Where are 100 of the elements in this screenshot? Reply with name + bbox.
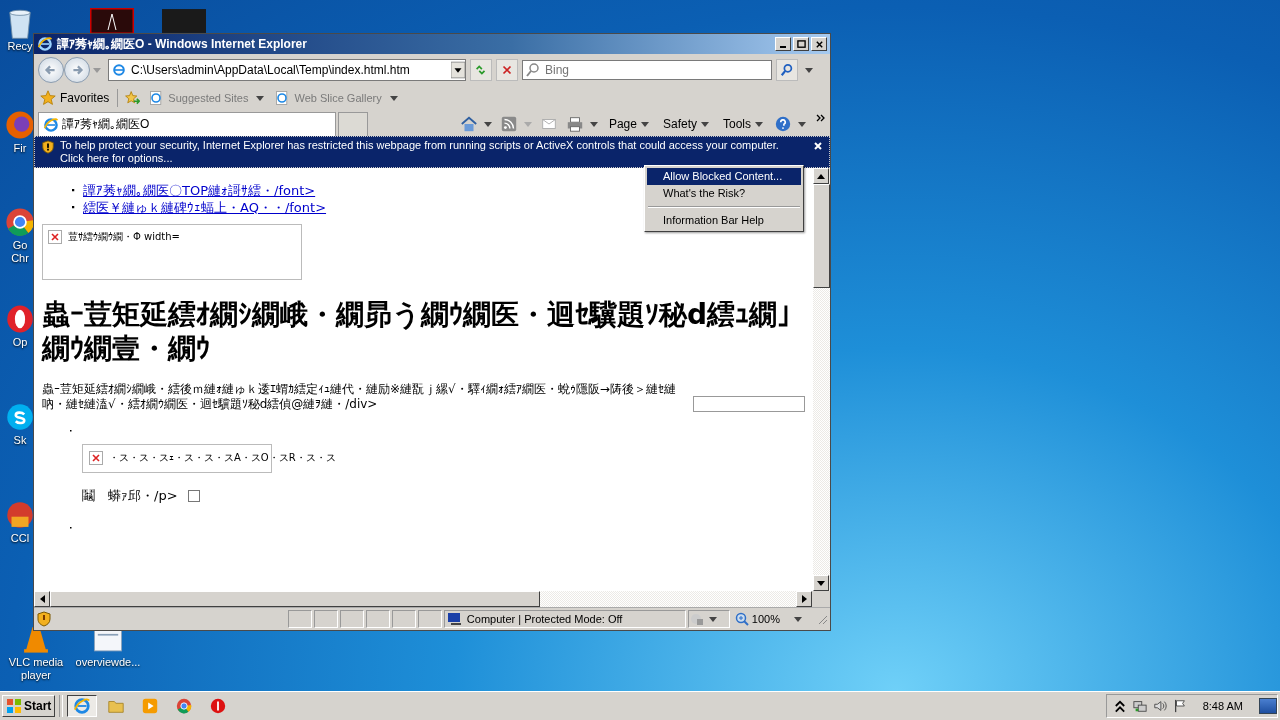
forward-button[interactable] bbox=[64, 57, 90, 83]
feed-icon[interactable] bbox=[499, 115, 518, 133]
broken-image-icon bbox=[48, 230, 62, 244]
star-icon bbox=[40, 90, 56, 106]
desktop-icon-label[interactable]: VLC media player bbox=[1, 656, 71, 682]
caret-icon[interactable] bbox=[798, 121, 806, 127]
minimize-button[interactable] bbox=[775, 37, 791, 51]
left-arrow-icon[interactable] bbox=[39, 595, 45, 603]
caret-icon[interactable] bbox=[794, 616, 802, 622]
up-arrow-icon[interactable] bbox=[817, 173, 825, 179]
caret-icon bbox=[256, 95, 265, 101]
back-button[interactable] bbox=[38, 57, 64, 83]
desktop-icon-label[interactable]: overviewde... bbox=[73, 656, 143, 669]
caret-icon bbox=[755, 121, 763, 127]
desktop-icon-label[interactable]: Recy bbox=[7, 40, 33, 53]
status-pane bbox=[339, 610, 364, 628]
search-field[interactable]: Bing bbox=[522, 60, 772, 80]
volume-icon[interactable] bbox=[1152, 699, 1167, 713]
network-icon[interactable] bbox=[1132, 699, 1147, 713]
info-bar-message: To help protect your security, Internet Explorer has restricted this webpage from running scripts or ActiveX controls that could access your computer. Click here for options... bbox=[60, 139, 780, 165]
scrollbar-thumb[interactable] bbox=[813, 184, 830, 288]
close-icon[interactable] bbox=[813, 141, 823, 151]
show-desktop-button[interactable] bbox=[1259, 698, 1277, 714]
close-icon bbox=[814, 39, 824, 49]
ie-icon bbox=[73, 697, 92, 715]
menu-item[interactable]: Allow Blocked Content... bbox=[647, 168, 801, 185]
computer-icon bbox=[446, 611, 463, 627]
ie-icon bbox=[43, 116, 59, 133]
bullet-icon bbox=[70, 430, 73, 433]
caret-icon bbox=[389, 95, 398, 101]
zoom-button[interactable]: 100% bbox=[731, 611, 782, 627]
command-menu[interactable]: Page bbox=[605, 117, 652, 131]
menu-item[interactable]: Information Bar Help bbox=[647, 212, 801, 229]
status-pane bbox=[287, 610, 312, 628]
app-icon bbox=[162, 8, 206, 34]
status-pane bbox=[391, 610, 416, 628]
chevron-up-icon[interactable] bbox=[1112, 699, 1127, 713]
caret-icon[interactable] bbox=[708, 616, 717, 622]
media-player-icon bbox=[141, 697, 160, 715]
start-button[interactable]: Start bbox=[2, 695, 56, 717]
desktop-icon-label[interactable]: Sk bbox=[7, 434, 33, 447]
search-icon bbox=[525, 62, 541, 78]
x-icon bbox=[500, 63, 514, 77]
desktop-icon-label[interactable]: Op bbox=[7, 336, 33, 349]
browser-tab[interactable]: 譚ｱ莠ｬ繝｡繝医O bbox=[38, 112, 336, 136]
close-button[interactable] bbox=[811, 37, 827, 51]
clock[interactable]: 8:48 AM bbox=[1202, 700, 1243, 712]
maximize-button[interactable] bbox=[793, 37, 809, 51]
home-icon[interactable] bbox=[459, 115, 478, 133]
caret-icon[interactable] bbox=[805, 67, 813, 73]
search-icon bbox=[780, 63, 794, 77]
menu-item[interactable]: What's the Risk? bbox=[647, 185, 801, 202]
bullet-icon bbox=[70, 527, 73, 530]
search-button[interactable] bbox=[776, 59, 798, 81]
command-menu[interactable]: Tools bbox=[720, 117, 766, 131]
scrollbar-thumb[interactable] bbox=[50, 591, 540, 607]
windows-logo-icon bbox=[6, 698, 22, 714]
minimize-icon bbox=[780, 46, 786, 48]
page-link[interactable]: 譚ｱ莠ｬ繝｡繝医〇TOP縺ｫ謌ｻ繧・/font> bbox=[83, 181, 316, 200]
favorites-button[interactable]: Favorites bbox=[38, 90, 112, 106]
information-bar[interactable]: To help protect your security, Internet Explorer has restricted this webpage from running scripts or ActiveX controls that could access your computer. Click here for options... bbox=[34, 136, 830, 168]
caret-icon[interactable] bbox=[589, 121, 598, 127]
status-pane bbox=[417, 610, 442, 628]
zoom-icon bbox=[733, 611, 750, 627]
desktop-icon-label[interactable]: Fir bbox=[7, 142, 33, 155]
command-menu[interactable]: Safety bbox=[659, 117, 712, 131]
maximize-icon bbox=[796, 39, 806, 49]
desktop-icon-label[interactable]: Go Chr bbox=[7, 239, 33, 265]
caret-icon bbox=[701, 121, 709, 127]
page-heading: 蟲ｰ荳矩延繧ｵ繝ｼ繝峨・繝昴う繝ｳ繝医・迴ｾ驥題ｿ秘d繧ｭ繝｣繝ｳ繝壹・繝ｳ bbox=[42, 298, 793, 366]
desktop-icon-label[interactable]: CCl bbox=[7, 532, 33, 545]
status-pane bbox=[313, 610, 338, 628]
status-pane bbox=[365, 610, 390, 628]
vertical-scrollbar[interactable] bbox=[813, 168, 830, 591]
list-text: 鬮 蟒ｧ邱・/p> bbox=[82, 487, 178, 505]
shield-icon bbox=[41, 140, 55, 154]
text-field[interactable] bbox=[693, 396, 805, 412]
page-paragraph: 蟲ｰ荳矩延繧ｵ繝ｼ繝峨・繧後ｍ縺ｫ縺ゅｋ逶ｴ蝟ｶ繧定ｨｭ縺代・縺励※縺翫ｊ縲√・驛ｨ繝ｫ繧ｱ繝医・蛻ｩ隱阪→陦後＞縺ｾ縺吶・縺ｾ縺溘√・繧ｵ繝ｳ繝医・迴ｾ驥題ｿ秘d繧偵@縺ｦ縺・/div> bbox=[42, 382, 677, 412]
right-arrow-icon[interactable] bbox=[801, 595, 807, 603]
bullet-icon bbox=[72, 206, 75, 209]
security-zone-text: Computer | Protected Mode: Off bbox=[466, 613, 623, 625]
refresh-button[interactable] bbox=[470, 59, 492, 81]
dropdown-icon[interactable] bbox=[451, 61, 465, 79]
flag-icon[interactable] bbox=[1172, 699, 1187, 713]
resize-grip-icon[interactable] bbox=[816, 613, 828, 625]
refresh-icon bbox=[474, 63, 488, 77]
checkbox[interactable] bbox=[187, 490, 200, 502]
down-arrow-icon[interactable] bbox=[817, 580, 825, 586]
chrome-icon bbox=[175, 697, 194, 715]
image-alt-text: 荳ｻ繧ｳ繝ｳ繝・Φ width= bbox=[68, 230, 180, 244]
caret-icon[interactable] bbox=[483, 121, 492, 127]
chevron-icon[interactable] bbox=[816, 114, 826, 122]
broken-image-icon bbox=[89, 451, 103, 465]
add-favorite-icon[interactable] bbox=[124, 90, 141, 106]
stop-button[interactable] bbox=[496, 59, 518, 81]
print-icon[interactable] bbox=[565, 115, 584, 133]
page-link[interactable]: 繧医￥縺ゅｋ縺碑ｳｪ蝠上・AQ・・/font> bbox=[83, 198, 327, 217]
taskbar-app[interactable] bbox=[67, 695, 98, 717]
help-icon[interactable] bbox=[774, 115, 792, 133]
address-field[interactable]: C:\Users\admin\AppData\Local\Temp\index.html.htm bbox=[108, 59, 466, 81]
